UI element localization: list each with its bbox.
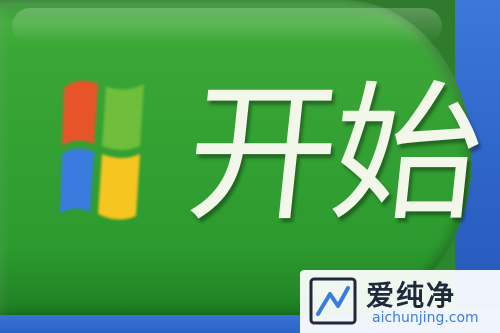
start-button-label: 开始	[178, 68, 486, 242]
start-button[interactable]: 开始	[0, 0, 486, 315]
watermark-url[interactable]: aichunjing.com	[372, 310, 479, 326]
windows-xp-logo-icon	[60, 80, 144, 220]
aichunjing-logo-icon	[309, 277, 357, 325]
start-button-sheen	[12, 8, 442, 44]
taskbar-scene: 开始 爱纯净 aichunjing.com	[0, 0, 500, 333]
watermark: 爱纯净 aichunjing.com	[300, 270, 500, 333]
watermark-title: 爱纯净	[366, 279, 457, 312]
